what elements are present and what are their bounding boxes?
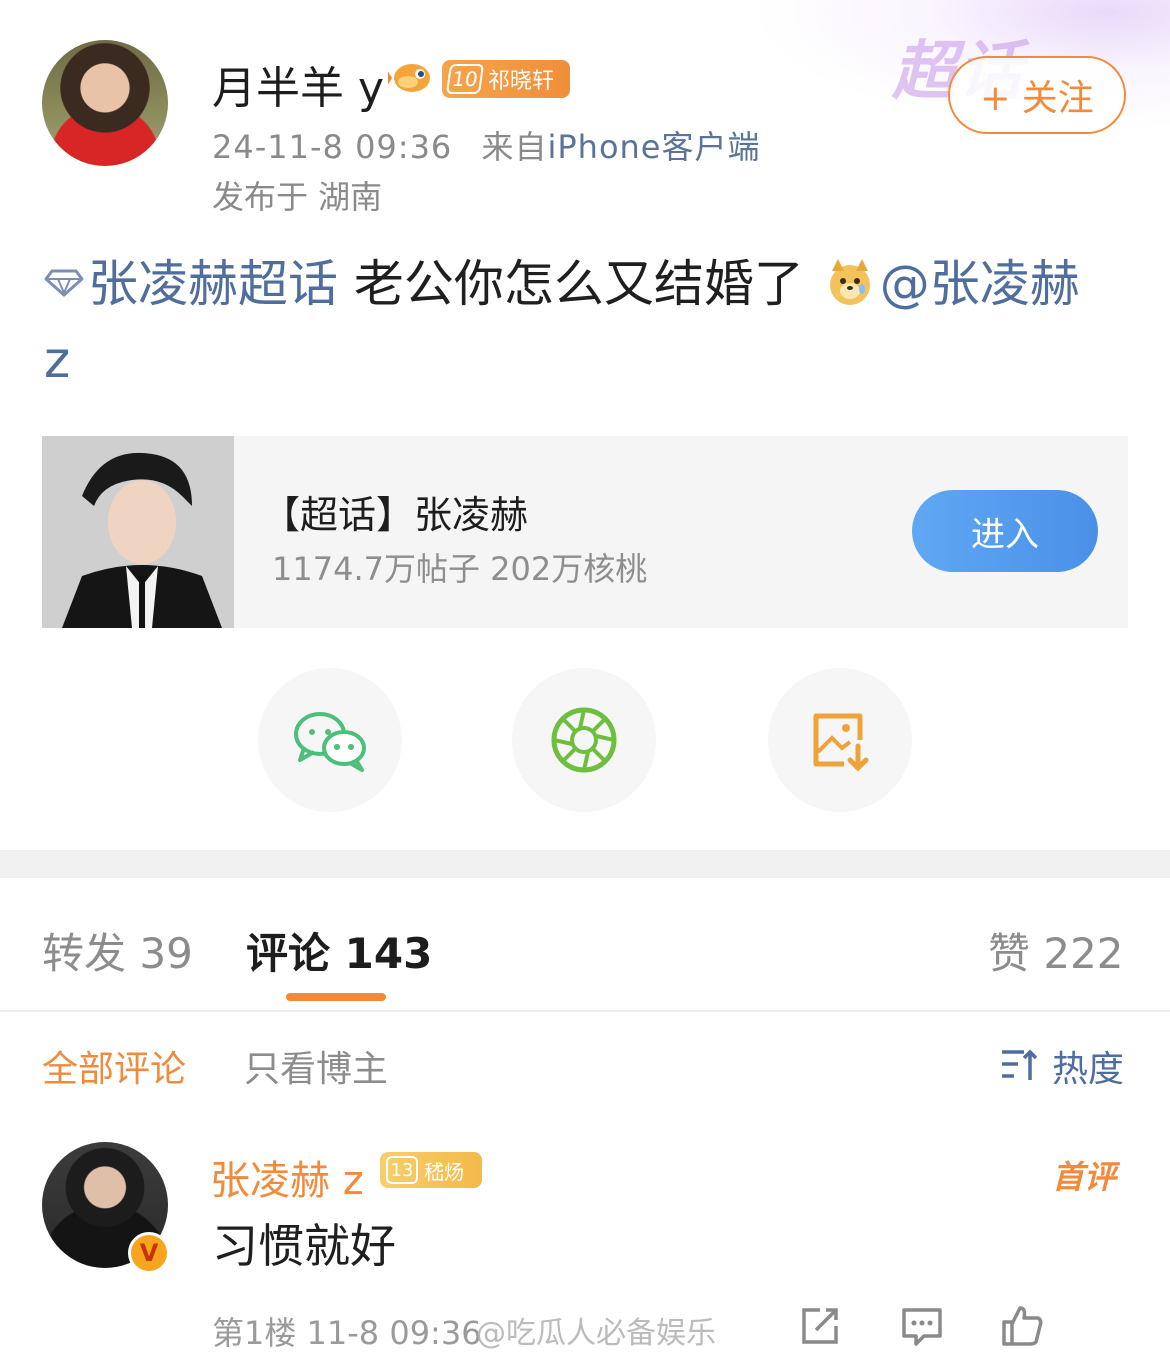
post-from-prefix: 来自	[481, 128, 548, 166]
fan-level-badge: 10 祁晓轩	[442, 60, 570, 98]
commenter-level-number: 13	[386, 1156, 418, 1184]
supertopic-portrait	[42, 436, 234, 628]
post-text: 老公你怎么又结婚了	[338, 255, 820, 313]
follow-button[interactable]: + 关注	[948, 56, 1126, 134]
first-comment-tag: 首评	[1052, 1158, 1117, 1196]
verified-badge-icon: V	[128, 1232, 170, 1274]
enter-supertopic-button[interactable]: 进入	[912, 490, 1098, 572]
moments-icon	[551, 707, 617, 773]
section-divider	[0, 850, 1170, 878]
supertopic-stats: 1174.7万帖子 202万核桃	[272, 550, 648, 588]
commenter-username[interactable]: 张凌赫 z	[210, 1148, 364, 1206]
post-location: 发布于 湖南	[212, 178, 383, 216]
post-meta: 24-11-8 09:36 来自iPhone客户端	[212, 122, 761, 168]
like-comment-icon[interactable]	[1000, 1304, 1044, 1348]
watermark: @吃瓜人必备娱乐	[476, 1316, 716, 1351]
supertopic-title: 【超话】张凌赫	[262, 493, 529, 537]
share-comment-icon[interactable]	[798, 1304, 842, 1348]
comment-text: 习惯就好	[212, 1219, 396, 1273]
supertopic-diamond-icon	[44, 269, 84, 297]
commenter-badge-name: 嵇炀	[424, 1159, 464, 1184]
save-image-button[interactable]	[768, 668, 912, 812]
post-time: 24-11-8 09:36	[212, 128, 453, 166]
tabs-separator	[0, 1010, 1170, 1012]
post-source[interactable]: iPhone客户端	[547, 128, 760, 166]
tab-comments[interactable]: 评论 143	[246, 920, 432, 981]
share-moments-button[interactable]	[512, 668, 656, 812]
comment-meta: 第1楼 11-8 09:36	[212, 1314, 482, 1352]
fish-icon	[388, 64, 430, 92]
commenter-level-badge: 13 嵇炀	[380, 1152, 482, 1188]
save-image-icon	[813, 713, 869, 772]
author-username[interactable]: 月半羊 y	[212, 52, 384, 116]
mention-link-tail[interactable]: z	[44, 331, 70, 389]
tab-likes[interactable]: 赞 222	[988, 920, 1124, 981]
fan-level-number: 10	[445, 64, 485, 94]
active-tab-indicator	[286, 993, 386, 1001]
reply-comment-icon[interactable]	[900, 1304, 944, 1348]
supertopic-link[interactable]: 张凌赫超话	[88, 255, 338, 313]
author-avatar[interactable]	[42, 40, 168, 166]
filter-all-comments[interactable]: 全部评论	[42, 1040, 186, 1092]
supertopic-thumbnail	[42, 436, 234, 628]
post-content: 张凌赫超话 老公你怎么又结婚了 @张凌赫 z	[44, 246, 1134, 398]
mention-link[interactable]: @张凌赫	[880, 255, 1080, 313]
sort-icon	[1002, 1049, 1038, 1080]
sort-button[interactable]: 热度	[1000, 1040, 1124, 1092]
share-wechat-button[interactable]	[258, 668, 402, 812]
wechat-icon	[294, 712, 366, 772]
filter-author-only[interactable]: 只看博主	[244, 1040, 388, 1092]
crying-dog-emoji-icon	[829, 259, 870, 305]
fan-badge-name: 祁晓轩	[488, 69, 555, 94]
sort-label: 热度	[1052, 1049, 1125, 1090]
tab-repost[interactable]: 转发 39	[42, 920, 193, 981]
supertopic-card[interactable]: 【超话】张凌赫 1174.7万帖子 202万核桃 进入	[42, 436, 1128, 628]
